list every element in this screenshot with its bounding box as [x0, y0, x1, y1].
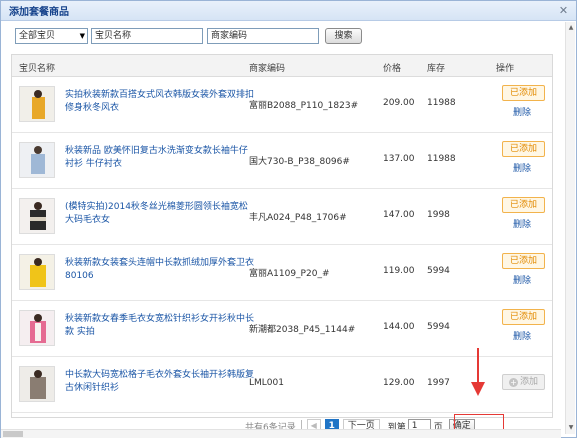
added-button[interactable]: 已添加	[502, 197, 545, 213]
delete-link[interactable]: 删除	[513, 105, 531, 118]
merchant-code: LML001	[249, 378, 284, 388]
price: 209.00	[383, 98, 415, 108]
filter-bar: 全部宝贝 ▼ 宝贝名称 商家编码 搜索	[15, 28, 362, 44]
price: 144.00	[383, 322, 415, 332]
product-thumbnail[interactable]	[19, 310, 55, 346]
product-name-link[interactable]: 秋装新款女装套头连帽中长款抓绒加厚外套卫衣80106	[65, 257, 255, 283]
add-package-item-dialog: 添加套餐商品 ✕ 全部宝贝 ▼ 宝贝名称 商家编码 搜索 宝贝名称 商家编码 价…	[0, 0, 577, 438]
category-select[interactable]: 全部宝贝 ▼	[15, 28, 88, 44]
vertical-scrollbar[interactable]: ▲ ▼	[565, 22, 575, 434]
delete-link[interactable]: 删除	[513, 329, 531, 342]
merchant-code: 丰凡A024_P48_1706#	[249, 213, 347, 223]
table-row: (模特实拍)2014秋冬丝光棉菱形圆领长袖宽松大码毛衣女 丰凡A024_P48_…	[12, 189, 552, 245]
dialog-title: 添加套餐商品	[9, 7, 69, 18]
stock: 11988	[427, 154, 456, 164]
product-name-link[interactable]: (模特实拍)2014秋冬丝光棉菱形圆领长袖宽松大码毛衣女	[65, 201, 255, 227]
delete-link[interactable]: 删除	[513, 161, 531, 174]
table-row: 秋装新品 欧美怀旧复古水洗渐变女款长袖牛仔衬衫 牛仔衬衣 国大730-B_P38…	[12, 133, 552, 189]
annotation-arrow-shaft	[477, 348, 479, 384]
price: 137.00	[383, 154, 415, 164]
search-button[interactable]: 搜索	[325, 28, 362, 44]
added-button[interactable]: 已添加	[502, 141, 545, 157]
product-thumbnail[interactable]	[19, 86, 55, 122]
added-button[interactable]: 已添加	[502, 253, 545, 269]
item-table: 宝贝名称 商家编码 价格 库存 操作 实拍秋装新款百搭女式风衣韩版女装外套双排扣…	[11, 54, 553, 418]
header-merchant-code: 商家编码	[249, 64, 286, 74]
product-thumbnail[interactable]	[19, 142, 55, 178]
table-row: 秋装新款女装套头连帽中长款抓绒加厚外套卫衣80106 富丽A1109_P20_#…	[12, 245, 552, 301]
table-row: 秋装新款女春季毛衣女宽松针织衫女开衫秋中长款 实拍 新潮都2038_P45_11…	[12, 301, 552, 357]
horizontal-scrollbar[interactable]	[1, 429, 561, 438]
merchant-code-input[interactable]: 商家编码	[207, 28, 319, 44]
stock: 1997	[427, 378, 450, 388]
item-name-input[interactable]: 宝贝名称	[91, 28, 203, 44]
product-name-link[interactable]: 秋装新款女春季毛衣女宽松针织衫女开衫秋中长款 实拍	[65, 313, 255, 339]
dialog-titlebar: 添加套餐商品	[1, 1, 576, 21]
header-action: 操作	[496, 64, 515, 74]
product-thumbnail[interactable]	[19, 254, 55, 290]
merchant-code: 国大730-B_P38_8096#	[249, 157, 350, 167]
add-icon: +	[508, 378, 518, 387]
stock: 1998	[427, 210, 450, 220]
added-button[interactable]: 已添加	[502, 309, 545, 325]
header-stock: 库存	[427, 64, 446, 74]
price: 129.00	[383, 378, 415, 388]
delete-link[interactable]: 删除	[513, 273, 531, 286]
product-name-link[interactable]: 秋装新品 欧美怀旧复古水洗渐变女款长袖牛仔衬衫 牛仔衬衣	[65, 145, 255, 171]
product-name-link[interactable]: 中长款大码宽松格子毛衣外套女长袖开衫韩版复古休闲针织衫	[65, 369, 255, 395]
scroll-up-icon[interactable]: ▲	[566, 24, 576, 32]
add-button[interactable]: + 添加	[502, 374, 545, 390]
stock: 5994	[427, 322, 450, 332]
price: 147.00	[383, 210, 415, 220]
merchant-code: 富丽A1109_P20_#	[249, 269, 330, 279]
annotation-arrow-down-icon	[471, 382, 485, 396]
merchant-code: 新潮都2038_P45_1144#	[249, 325, 356, 335]
scroll-down-icon[interactable]: ▼	[566, 424, 576, 432]
price: 119.00	[383, 266, 415, 276]
add-button-label: 添加	[519, 377, 538, 387]
added-button[interactable]: 已添加	[502, 85, 545, 101]
table-header: 宝贝名称 商家编码 价格 库存 操作	[12, 55, 552, 77]
table-row: 实拍秋装新款百搭女式风衣韩版女装外套双排扣修身秋冬风衣 富丽B2088_P110…	[12, 77, 552, 133]
header-item-name: 宝贝名称	[19, 64, 56, 74]
product-thumbnail[interactable]	[19, 366, 55, 402]
chevron-down-icon: ▼	[79, 32, 85, 40]
stock: 11988	[427, 98, 456, 108]
merchant-code: 富丽B2088_P110_1823#	[249, 101, 359, 111]
close-icon[interactable]: ✕	[557, 4, 570, 17]
product-name-link[interactable]: 实拍秋装新款百搭女式风衣韩版女装外套双排扣修身秋冬风衣	[65, 89, 255, 115]
header-price: 价格	[383, 64, 402, 74]
category-select-value: 全部宝贝	[19, 31, 56, 41]
delete-link[interactable]: 删除	[513, 217, 531, 230]
scrollbar-thumb[interactable]	[3, 431, 23, 437]
product-thumbnail[interactable]	[19, 198, 55, 234]
stock: 5994	[427, 266, 450, 276]
